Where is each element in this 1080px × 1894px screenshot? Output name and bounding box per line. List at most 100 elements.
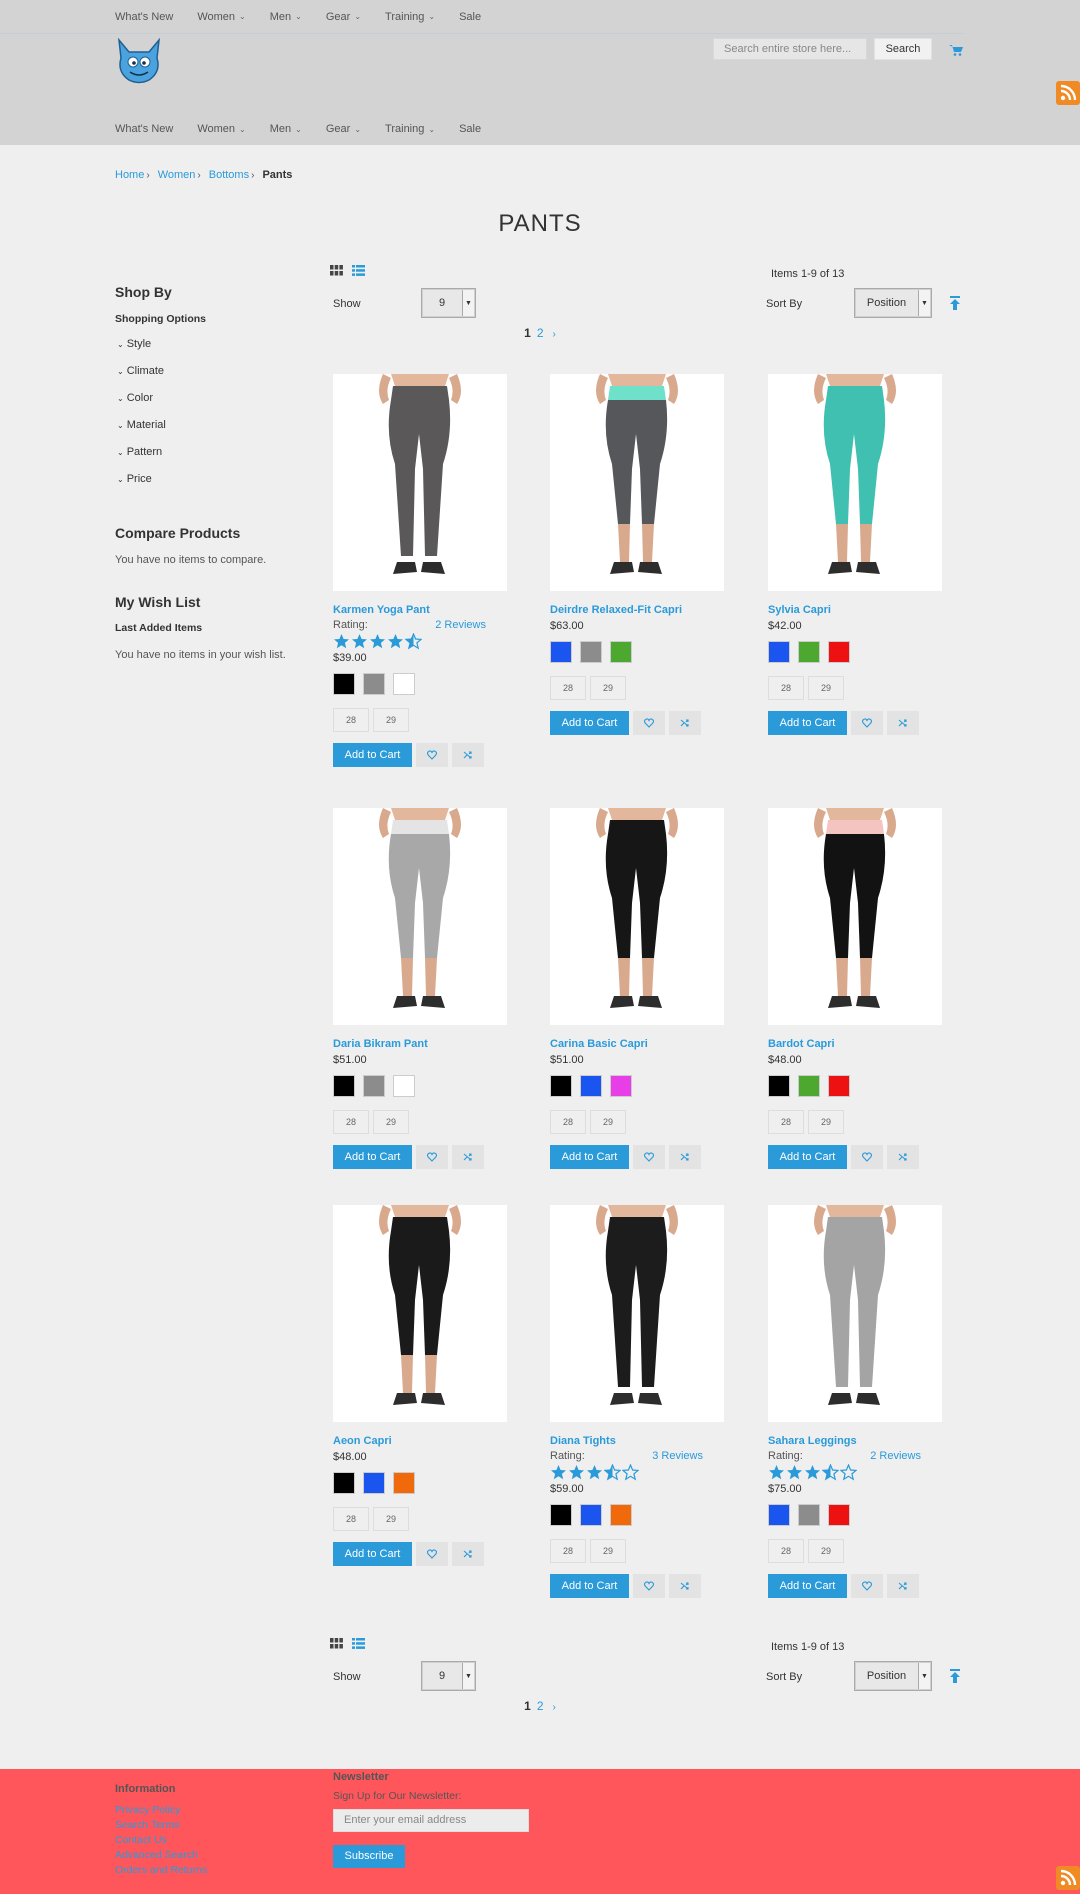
sort-select[interactable]: Position ▼ xyxy=(854,288,932,318)
color-swatch[interactable] xyxy=(610,641,632,663)
footer-link-orders-and-returns[interactable]: Orders and Returns xyxy=(115,1864,207,1876)
color-swatch[interactable] xyxy=(363,1075,385,1097)
page-2-link[interactable]: 2 xyxy=(537,1699,544,1713)
next-page-icon[interactable]: › xyxy=(553,329,556,340)
color-swatch[interactable] xyxy=(610,1504,632,1526)
color-swatch[interactable] xyxy=(798,1075,820,1097)
add-to-wishlist-button[interactable] xyxy=(851,711,883,735)
product-name-link[interactable]: Diana Tights xyxy=(550,1435,730,1449)
product-image[interactable] xyxy=(768,374,942,591)
product-name-link[interactable]: Deirdre Relaxed-Fit Capri xyxy=(550,604,730,618)
add-to-wishlist-button[interactable] xyxy=(416,1145,448,1169)
nav-item-what-s-new[interactable]: What's New xyxy=(115,11,173,23)
size-option[interactable]: 29 xyxy=(808,1539,844,1563)
size-option[interactable]: 29 xyxy=(590,676,626,700)
product-image[interactable] xyxy=(550,808,724,1025)
filter-climate[interactable]: ⌄ Climate xyxy=(117,365,164,377)
filter-pattern[interactable]: ⌄ Pattern xyxy=(117,446,162,458)
size-option[interactable]: 29 xyxy=(373,1507,409,1531)
nav-item-what-s-new[interactable]: What's New xyxy=(115,123,173,135)
color-swatch[interactable] xyxy=(798,641,820,663)
nav-item-women[interactable]: Women ⌄ xyxy=(197,123,245,135)
color-swatch[interactable] xyxy=(333,1075,355,1097)
color-swatch[interactable] xyxy=(550,1075,572,1097)
product-name-link[interactable]: Carina Basic Capri xyxy=(550,1038,730,1052)
add-to-cart-button[interactable]: Add to Cart xyxy=(768,1145,847,1169)
show-select[interactable]: 9 ▼ xyxy=(421,1661,476,1691)
add-to-compare-button[interactable] xyxy=(452,743,484,767)
size-option[interactable]: 29 xyxy=(373,1110,409,1134)
nav-item-training[interactable]: Training ⌄ xyxy=(385,123,435,135)
size-option[interactable]: 29 xyxy=(590,1110,626,1134)
footer-link-contact-us[interactable]: Contact Us xyxy=(115,1834,167,1846)
add-to-cart-button[interactable]: Add to Cart xyxy=(333,743,412,767)
store-logo[interactable] xyxy=(115,37,163,84)
add-to-wishlist-button[interactable] xyxy=(851,1574,883,1598)
grid-view-icon[interactable] xyxy=(330,1638,343,1649)
nav-item-sale[interactable]: Sale xyxy=(459,11,481,23)
add-to-cart-button[interactable]: Add to Cart xyxy=(333,1542,412,1566)
add-to-cart-button[interactable]: Add to Cart xyxy=(550,711,629,735)
nav-item-gear[interactable]: Gear ⌄ xyxy=(326,123,361,135)
color-swatch[interactable] xyxy=(828,641,850,663)
color-swatch[interactable] xyxy=(333,673,355,695)
size-option[interactable]: 28 xyxy=(768,1110,804,1134)
reviews-link[interactable]: 2 Reviews xyxy=(870,1450,921,1462)
add-to-compare-button[interactable] xyxy=(452,1145,484,1169)
breadcrumb-women[interactable]: Women xyxy=(158,169,196,181)
color-swatch[interactable] xyxy=(363,1472,385,1494)
nav-item-gear[interactable]: Gear ⌄ xyxy=(326,11,361,23)
reviews-link[interactable]: 3 Reviews xyxy=(652,1450,703,1462)
rss-icon[interactable] xyxy=(1056,81,1080,105)
add-to-wishlist-button[interactable] xyxy=(633,711,665,735)
nav-item-women[interactable]: Women ⌄ xyxy=(197,11,245,23)
product-name-link[interactable]: Aeon Capri xyxy=(333,1435,513,1449)
add-to-wishlist-button[interactable] xyxy=(416,1542,448,1566)
add-to-wishlist-button[interactable] xyxy=(633,1145,665,1169)
color-swatch[interactable] xyxy=(393,1075,415,1097)
add-to-compare-button[interactable] xyxy=(669,1574,701,1598)
cart-icon[interactable] xyxy=(949,44,963,56)
list-view-icon[interactable] xyxy=(352,265,365,276)
product-image[interactable] xyxy=(333,808,507,1025)
product-name-link[interactable]: Sahara Leggings xyxy=(768,1435,948,1449)
product-name-link[interactable]: Sylvia Capri xyxy=(768,604,948,618)
add-to-cart-button[interactable]: Add to Cart xyxy=(768,1574,847,1598)
product-name-link[interactable]: Daria Bikram Pant xyxy=(333,1038,513,1052)
nav-item-men[interactable]: Men ⌄ xyxy=(270,123,302,135)
footer-link-privacy-policy[interactable]: Privacy Policy xyxy=(115,1804,180,1816)
sort-select[interactable]: Position ▼ xyxy=(854,1661,932,1691)
size-option[interactable]: 28 xyxy=(550,1110,586,1134)
rss-icon[interactable] xyxy=(1056,1866,1080,1890)
color-swatch[interactable] xyxy=(580,641,602,663)
list-view-icon[interactable] xyxy=(352,1638,365,1649)
size-option[interactable]: 29 xyxy=(808,1110,844,1134)
nav-item-training[interactable]: Training ⌄ xyxy=(385,11,435,23)
add-to-cart-button[interactable]: Add to Cart xyxy=(333,1145,412,1169)
add-to-wishlist-button[interactable] xyxy=(633,1574,665,1598)
search-button[interactable]: Search xyxy=(874,38,932,60)
color-swatch[interactable] xyxy=(363,673,385,695)
add-to-wishlist-button[interactable] xyxy=(851,1145,883,1169)
color-swatch[interactable] xyxy=(550,641,572,663)
add-to-cart-button[interactable]: Add to Cart xyxy=(768,711,847,735)
add-to-compare-button[interactable] xyxy=(452,1542,484,1566)
product-image[interactable] xyxy=(768,808,942,1025)
add-to-compare-button[interactable] xyxy=(887,711,919,735)
product-image[interactable] xyxy=(550,374,724,591)
add-to-compare-button[interactable] xyxy=(887,1145,919,1169)
footer-link-advanced-search[interactable]: Advanced Search xyxy=(115,1849,198,1861)
product-image[interactable] xyxy=(333,1205,507,1422)
filter-material[interactable]: ⌄ Material xyxy=(117,419,166,431)
color-swatch[interactable] xyxy=(768,1504,790,1526)
color-swatch[interactable] xyxy=(580,1504,602,1526)
size-option[interactable]: 28 xyxy=(333,708,369,732)
color-swatch[interactable] xyxy=(768,641,790,663)
size-option[interactable]: 28 xyxy=(550,676,586,700)
product-image[interactable] xyxy=(333,374,507,591)
add-to-cart-button[interactable]: Add to Cart xyxy=(550,1574,629,1598)
reviews-link[interactable]: 2 Reviews xyxy=(435,619,486,631)
breadcrumb-bottoms[interactable]: Bottoms xyxy=(209,169,249,181)
add-to-compare-button[interactable] xyxy=(669,1145,701,1169)
footer-link-search-terms[interactable]: Search Terms xyxy=(115,1819,180,1831)
